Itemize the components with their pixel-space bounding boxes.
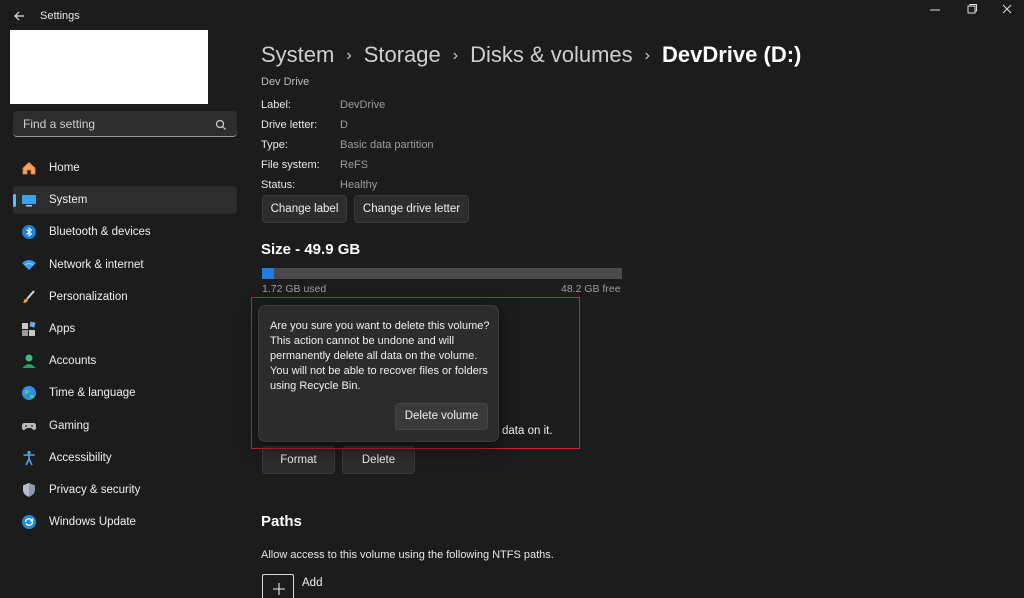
chevron-right-icon: ›: [452, 47, 459, 64]
delete-volume-button[interactable]: Delete volume: [395, 403, 488, 430]
size-title: Size - 49.9 GB: [261, 241, 361, 258]
system-icon: [21, 192, 37, 208]
network-icon: [21, 257, 37, 273]
sidebar-item-bluetooth[interactable]: Bluetooth & devices: [13, 218, 237, 246]
sidebar-item-gaming[interactable]: Gaming: [13, 412, 237, 440]
used-space-text: 1.72 GB used: [262, 283, 327, 295]
brush-icon: [21, 289, 37, 305]
delete-button[interactable]: Delete: [342, 446, 415, 474]
breadcrumb-item-disks-volumes[interactable]: Disks & volumes: [470, 42, 633, 67]
sidebar-item-network[interactable]: Network & internet: [13, 251, 237, 279]
bluetooth-icon: [21, 224, 37, 240]
plus-icon: [271, 581, 287, 598]
breadcrumb-item-storage[interactable]: Storage: [364, 42, 441, 67]
breadcrumb-current: DevDrive (D:): [662, 42, 802, 67]
sidebar-item-time-language[interactable]: Time & language: [13, 379, 237, 407]
drive-letter-property-name: Drive letter:: [261, 119, 318, 131]
sidebar-item-accounts[interactable]: Accounts: [13, 347, 237, 375]
section-heading-partial: Dev Drive: [261, 76, 310, 86]
gamepad-icon: [21, 418, 37, 434]
file-system-property-name: File system:: [261, 159, 320, 171]
paths-description: Allow access to this volume using the fo…: [261, 549, 554, 561]
type-property-name: Type:: [261, 139, 288, 151]
free-space-text: 48.2 GB free: [561, 283, 621, 295]
add-path-button[interactable]: [262, 574, 294, 598]
search-icon: [215, 118, 227, 130]
sidebar-item-label: Network & internet: [49, 258, 144, 271]
add-path-label[interactable]: Add: [302, 577, 322, 589]
status-property-name: Status:: [261, 179, 296, 191]
sidebar-item-label: Personalization: [49, 290, 128, 303]
sidebar-item-windows-update[interactable]: Windows Update: [13, 508, 237, 536]
home-icon: [21, 160, 37, 176]
back-arrow-icon[interactable]: [10, 6, 30, 26]
status-property-value: Healthy: [340, 179, 378, 191]
search-placeholder: Find a setting: [23, 117, 96, 131]
drive-letter-property-value: D: [340, 119, 348, 131]
sidebar-item-system[interactable]: System: [13, 186, 237, 215]
label-property-name: Label:: [261, 99, 291, 111]
apps-icon: [21, 321, 37, 337]
label-property-value: DevDrive: [340, 99, 386, 111]
delete-confirmation-flyout: Are you sure you want to delete this vol…: [258, 305, 499, 442]
sidebar-item-label: Windows Update: [49, 516, 136, 529]
sidebar-item-label: Accessibility: [49, 451, 112, 464]
change-drive-letter-button[interactable]: Change drive letter: [354, 195, 469, 223]
accounts-icon: [21, 353, 37, 369]
chevron-right-icon: ›: [644, 47, 650, 64]
sidebar-item-label: Accounts: [49, 355, 97, 368]
delete-warning-message: Are you sure you want to delete this vol…: [270, 320, 490, 392]
change-label-button[interactable]: Change label: [262, 195, 347, 223]
title-bar: Settings: [0, 0, 1024, 32]
app-title: Settings: [40, 10, 80, 22]
file-system-property-value: ReFS: [340, 159, 369, 171]
paths-heading: Paths: [261, 513, 302, 530]
update-icon: [21, 514, 37, 530]
search-input[interactable]: Find a setting: [13, 111, 237, 137]
sidebar-item-label: System: [49, 194, 88, 207]
sidebar-item-privacy[interactable]: Privacy & security: [13, 476, 237, 504]
format-button[interactable]: Format: [262, 446, 335, 474]
sidebar-item-label: Privacy & security: [49, 483, 141, 496]
sidebar-nav: Home System Bluetooth & devices Network …: [13, 154, 237, 540]
sidebar-item-label: Apps: [49, 322, 76, 335]
sidebar-item-home[interactable]: Home: [13, 154, 237, 182]
type-property-value: Basic data partition: [340, 139, 434, 151]
globe-icon: [21, 385, 37, 401]
storage-bar-track: [262, 268, 622, 279]
shield-icon: [21, 482, 37, 498]
sidebar-item-accessibility[interactable]: Accessibility: [13, 444, 237, 472]
sidebar-item-apps[interactable]: Apps: [13, 315, 237, 343]
sidebar-item-label: Home: [49, 162, 80, 174]
user-profile-card[interactable]: [10, 30, 208, 104]
close-icon[interactable]: [984, 0, 1024, 20]
sidebar-item-personalization[interactable]: Personalization: [13, 283, 237, 311]
sidebar-item-label: Time & language: [49, 387, 136, 400]
breadcrumb: System › Storage › Disks & volumes › DevDrive …: [261, 42, 801, 68]
accessibility-icon: [21, 450, 37, 466]
sidebar-item-label: Bluetooth & devices: [49, 226, 151, 239]
sidebar-item-label: Gaming: [49, 419, 90, 432]
breadcrumb-item-system[interactable]: System: [261, 42, 334, 67]
storage-bar-used: [262, 268, 274, 279]
chevron-right-icon: ›: [346, 47, 352, 64]
